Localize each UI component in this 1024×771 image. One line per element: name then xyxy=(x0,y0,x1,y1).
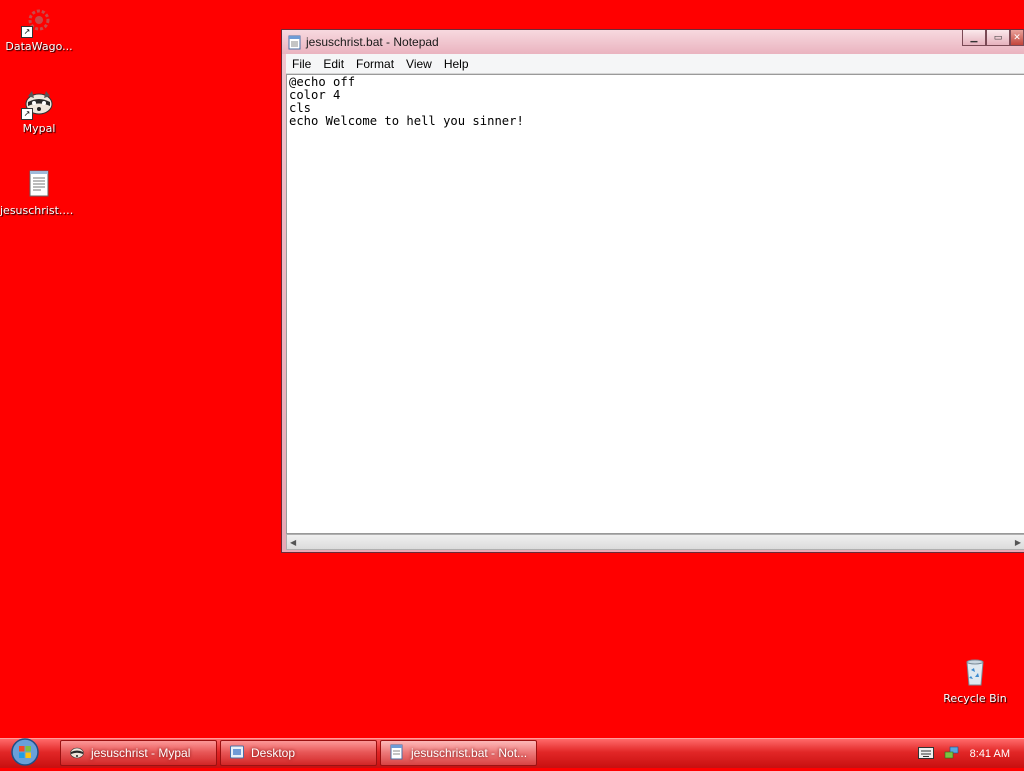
folder-icon xyxy=(229,744,245,763)
horizontal-scrollbar[interactable]: ◀ ▶ xyxy=(286,534,1024,550)
shortcut-arrow-icon: ↗ xyxy=(21,26,33,38)
shortcut-arrow-icon: ↗ xyxy=(21,108,33,120)
scroll-left-icon[interactable]: ◀ xyxy=(290,538,296,547)
desktop-icon-label: DataWago... xyxy=(5,40,73,53)
minimize-icon: ▁ xyxy=(970,32,978,43)
windows-logo-icon xyxy=(10,737,40,771)
window-titlebar[interactable]: jesuschrist.bat - Notepad ▁ ▭ ✕ xyxy=(282,30,1024,54)
taskbar: jesuschrist - Mypal Desktop jesuschrist.… xyxy=(0,738,1024,768)
text-file-icon xyxy=(23,168,55,200)
taskbar-button-label: jesuschrist.bat - Not... xyxy=(411,746,528,760)
text-editor-area[interactable]: @echo off color 4 cls echo Welcome to he… xyxy=(286,74,1024,534)
desktop-icon-mypal[interactable]: ↗ Mypal xyxy=(0,86,78,135)
taskbar-button-label: Desktop xyxy=(251,746,296,760)
scroll-right-icon[interactable]: ▶ xyxy=(1015,538,1021,547)
keyboard-icon[interactable] xyxy=(917,746,934,762)
notepad-icon xyxy=(288,35,302,50)
taskbar-button-label: jesuschrist - Mypal xyxy=(91,746,191,760)
desktop-icon-label: Recycle Bin xyxy=(943,692,1007,705)
window-title: jesuschrist.bat - Notepad xyxy=(306,35,439,49)
notepad-icon xyxy=(389,744,405,763)
menu-bar: File Edit Format View Help xyxy=(286,54,1024,74)
maximize-button[interactable]: ▭ xyxy=(986,30,1010,46)
start-button[interactable] xyxy=(6,737,44,771)
mypal-raccoon-icon xyxy=(69,744,85,763)
taskbar-button-notepad[interactable]: jesuschrist.bat - Not... xyxy=(380,740,537,766)
close-button[interactable]: ✕ xyxy=(1010,30,1024,46)
maximize-icon: ▭ xyxy=(993,32,1003,43)
network-icon[interactable] xyxy=(944,745,960,764)
menu-file[interactable]: File xyxy=(286,57,317,71)
menu-edit[interactable]: Edit xyxy=(317,57,350,71)
menu-view[interactable]: View xyxy=(400,57,438,71)
taskbar-button-desktop[interactable]: Desktop xyxy=(220,740,377,766)
desktop-icon-label: Mypal xyxy=(22,122,56,135)
close-icon: ✕ xyxy=(1013,32,1021,43)
desktop-icon-jesuschrist-bat[interactable]: jesuschrist.bat xyxy=(0,168,78,217)
menu-format[interactable]: Format xyxy=(350,57,400,71)
system-tray: 8:41 AM xyxy=(884,739,1024,769)
clock[interactable]: 8:41 AM xyxy=(970,748,1010,760)
window-controls: ▁ ▭ ✕ xyxy=(962,30,1024,48)
datawagon-icon: ↗ xyxy=(21,4,55,38)
desktop-icon-label: jesuschrist.bat xyxy=(0,204,78,217)
desktop: ↗ DataWago... ↗ Mypal jesuschrist.bat Re… xyxy=(0,0,1024,738)
taskbar-button-mypal[interactable]: jesuschrist - Mypal xyxy=(60,740,217,766)
mypal-raccoon-icon: ↗ xyxy=(21,86,55,120)
desktop-icon-recycle-bin[interactable]: Recycle Bin xyxy=(936,656,1014,705)
notepad-window[interactable]: jesuschrist.bat - Notepad ▁ ▭ ✕ File Edi… xyxy=(281,29,1024,553)
desktop-icon-datawagon[interactable]: ↗ DataWago... xyxy=(0,4,78,53)
minimize-button[interactable]: ▁ xyxy=(962,30,986,46)
menu-help[interactable]: Help xyxy=(438,57,475,71)
recycle-bin-icon xyxy=(959,656,991,688)
